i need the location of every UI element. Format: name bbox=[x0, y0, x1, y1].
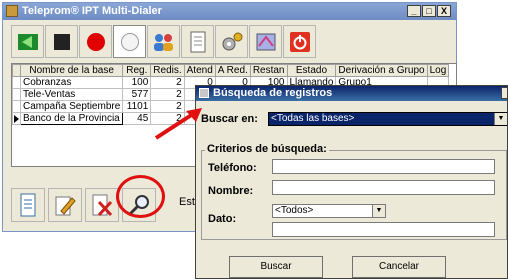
base-name-cell[interactable]: Banco de la Provincia bbox=[19, 112, 124, 125]
gear-settings-icon bbox=[222, 32, 242, 50]
new-button[interactable] bbox=[11, 188, 45, 222]
dialog-app-icon bbox=[199, 88, 209, 98]
chevron-down-icon[interactable]: ▼ bbox=[372, 205, 385, 217]
column-header[interactable]: Reg. bbox=[122, 64, 152, 77]
power-button[interactable] bbox=[283, 25, 316, 58]
buscar-button[interactable]: Buscar bbox=[229, 256, 323, 278]
export-button[interactable] bbox=[11, 25, 44, 58]
delete-document-icon bbox=[92, 194, 113, 217]
telefono-label: Teléfono: bbox=[208, 162, 257, 174]
stop-square-icon bbox=[53, 33, 70, 50]
app-icon bbox=[6, 5, 18, 17]
power-icon bbox=[289, 31, 310, 52]
column-header[interactable]: Atend bbox=[183, 64, 216, 77]
dialog-titlebar[interactable]: Búsqueda de registros bbox=[196, 86, 507, 101]
network-button[interactable] bbox=[249, 25, 282, 58]
dialog-close-button[interactable] bbox=[501, 87, 507, 99]
minimize-button[interactable]: _ bbox=[407, 5, 421, 17]
edit-button[interactable] bbox=[48, 188, 82, 222]
column-header[interactable]: Restan bbox=[249, 64, 288, 77]
reg-cell[interactable]: 577 bbox=[122, 88, 152, 101]
delete-button[interactable] bbox=[85, 188, 119, 222]
buscar-en-select[interactable]: <Todas las bases> ▼ bbox=[268, 112, 507, 126]
dato-value: <Todos> bbox=[275, 205, 314, 216]
stop-button[interactable] bbox=[45, 25, 78, 58]
nombre-field[interactable] bbox=[272, 180, 495, 195]
base-name-cell[interactable]: Cobranzas bbox=[19, 76, 124, 89]
telefono-field[interactable] bbox=[272, 159, 495, 174]
column-header[interactable]: Redis. bbox=[150, 64, 185, 77]
redis-cell[interactable]: 2 bbox=[150, 88, 185, 101]
grid-header-row: Nombre de la base Reg. Redis. Atend A Re… bbox=[12, 64, 450, 77]
groups-button[interactable] bbox=[147, 25, 180, 58]
close-button[interactable]: X bbox=[437, 5, 451, 17]
main-toolbar bbox=[11, 25, 317, 59]
search-dialog: Búsqueda de registros Buscar en: <Todas … bbox=[195, 85, 508, 279]
reg-cell[interactable]: 100 bbox=[122, 76, 152, 89]
dialog-title: Búsqueda de registros bbox=[213, 87, 333, 99]
column-header[interactable]: Log bbox=[426, 64, 450, 77]
nombre-label: Nombre: bbox=[208, 185, 254, 197]
cancelar-button[interactable]: Cancelar bbox=[352, 256, 446, 278]
new-document-icon bbox=[20, 193, 36, 217]
main-titlebar[interactable]: Teleprom® IPT Multi-Dialer _ □ X bbox=[3, 3, 456, 20]
dato-value-field[interactable] bbox=[272, 222, 495, 237]
reg-cell[interactable]: 1101 bbox=[122, 100, 152, 113]
window-title: Teleprom® IPT Multi-Dialer bbox=[22, 5, 162, 17]
current-row-indicator bbox=[12, 112, 21, 125]
record-button[interactable] bbox=[79, 25, 112, 58]
idle-button[interactable] bbox=[113, 25, 146, 58]
white-circle-icon bbox=[120, 32, 139, 51]
document-list-icon bbox=[190, 31, 205, 52]
dato-select[interactable]: <Todos> ▼ bbox=[272, 204, 386, 218]
column-header[interactable]: A Red. bbox=[214, 64, 251, 77]
maximize-button[interactable]: □ bbox=[422, 5, 436, 17]
column-header[interactable]: Nombre de la base bbox=[19, 64, 124, 77]
column-header[interactable]: Derivación a Grupo bbox=[335, 64, 428, 77]
reg-cell[interactable]: 45 bbox=[122, 112, 152, 125]
network-icon bbox=[256, 33, 275, 50]
highlight-circle-annotation bbox=[116, 175, 165, 218]
base-name-cell[interactable]: Tele-Ventas bbox=[19, 88, 124, 101]
record-red-circle-icon bbox=[86, 32, 105, 51]
users-group-icon bbox=[153, 33, 173, 51]
buscar-en-value: <Todas las bases> bbox=[271, 113, 355, 124]
settings-button[interactable] bbox=[215, 25, 248, 58]
redis-cell[interactable]: 2 bbox=[150, 76, 185, 89]
row-pointer-icon bbox=[14, 115, 19, 123]
arrow-annotation-icon bbox=[154, 108, 202, 140]
edit-pencil-icon bbox=[55, 196, 76, 216]
column-header[interactable]: Estado bbox=[286, 64, 337, 77]
criterios-group-label: Criterios de búsqueda: bbox=[205, 143, 329, 155]
lists-button[interactable] bbox=[181, 25, 214, 58]
base-name-cell[interactable]: Campaña Septiembre bbox=[19, 100, 124, 113]
green-export-icon bbox=[17, 33, 38, 50]
chevron-down-icon[interactable]: ▼ bbox=[494, 113, 507, 125]
dato-label: Dato: bbox=[208, 213, 237, 225]
